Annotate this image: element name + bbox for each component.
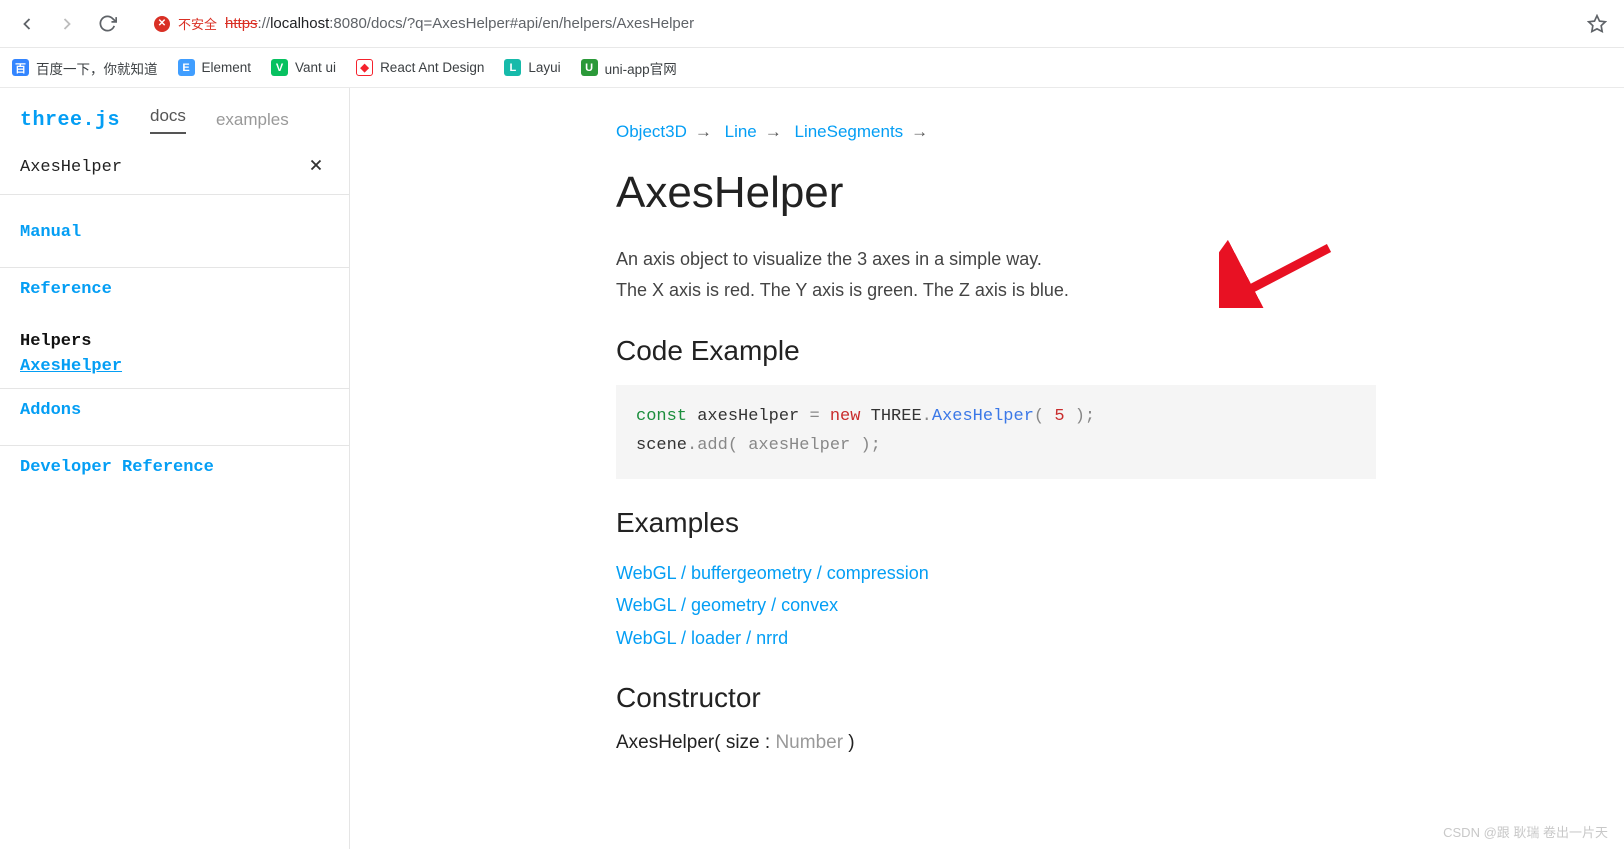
example-link[interactable]: WebGL / loader / nrrd xyxy=(616,622,1376,654)
arrow-icon: → xyxy=(765,122,782,141)
bookmark-icon: 百 xyxy=(12,59,29,76)
content: Object3D → Line → LineSegments → AxesHelper… xyxy=(350,88,1624,849)
insecure-label: 不安全 xyxy=(178,14,217,33)
bookmark-icon: ◆ xyxy=(356,59,373,76)
example-link[interactable]: WebGL / buffergeometry / compression xyxy=(616,557,1376,589)
url-bar[interactable]: ✕ 不安全 https://localhost:8080/docs/?q=Axe… xyxy=(140,6,1564,42)
heading-code-example: Code Example xyxy=(616,335,1376,367)
breadcrumb-link[interactable]: Line xyxy=(725,122,757,141)
browser-chrome: ✕ 不安全 https://localhost:8080/docs/?q=Axe… xyxy=(0,0,1624,48)
star-icon xyxy=(1587,14,1607,34)
search-row xyxy=(0,142,349,195)
arrow-icon: → xyxy=(911,122,928,141)
search-input[interactable] xyxy=(20,158,303,177)
nav-reference[interactable]: Reference xyxy=(0,268,349,312)
bookmark-label: 百度一下，你就知道 xyxy=(36,58,158,78)
url-text: https://localhost:8080/docs/?q=AxesHelpe… xyxy=(225,15,694,32)
sidebar: three.js docs examples Manual Reference … xyxy=(0,88,350,849)
bookmark-item[interactable]: E Element xyxy=(178,59,252,76)
clear-search-button[interactable] xyxy=(303,154,329,180)
nav-devref[interactable]: Developer Reference xyxy=(0,446,349,490)
examples-list: WebGL / buffergeometry / compression Web… xyxy=(616,557,1376,654)
arrow-left-icon xyxy=(17,14,37,34)
bookmark-item[interactable]: Uuni-app官网 xyxy=(581,58,677,78)
heading-examples: Examples xyxy=(616,507,1376,539)
back-button[interactable] xyxy=(10,7,44,41)
nav-addons[interactable]: Addons xyxy=(0,389,349,433)
bookmark-item[interactable]: 百百度一下，你就知道 xyxy=(12,58,158,78)
example-link[interactable]: WebGL / geometry / convex xyxy=(616,589,1376,621)
bookmark-star-button[interactable] xyxy=(1580,7,1614,41)
sidebar-header: three.js docs examples xyxy=(0,88,349,142)
bookmark-label: Vant ui xyxy=(295,60,336,75)
heading-constructor: Constructor xyxy=(616,682,1376,714)
nav-item-axeshelper[interactable]: AxesHelper xyxy=(20,357,122,376)
reload-icon xyxy=(98,14,117,33)
bookmark-icon: V xyxy=(271,59,288,76)
breadcrumb-link[interactable]: LineSegments xyxy=(794,122,903,141)
bookmark-icon: U xyxy=(581,59,598,76)
description: An axis object to visualize the 3 axes i… xyxy=(616,244,1376,305)
forward-button[interactable] xyxy=(50,7,84,41)
logo[interactable]: three.js xyxy=(20,109,120,132)
constructor-signature: AxesHelper( size : Number ) xyxy=(616,732,1376,754)
bookmark-item[interactable]: ◆ React Ant Design xyxy=(356,59,484,76)
nav-manual[interactable]: Manual xyxy=(0,211,349,255)
page-title: AxesHelper xyxy=(616,168,1376,218)
tab-docs[interactable]: docs xyxy=(150,106,186,134)
bookmark-item[interactable]: V Vant ui xyxy=(271,59,336,76)
bookmark-item[interactable]: L Layui xyxy=(504,59,560,76)
bookmark-label: Layui xyxy=(528,60,560,75)
close-icon xyxy=(307,156,325,174)
reload-button[interactable] xyxy=(90,7,124,41)
bookmark-icon: L xyxy=(504,59,521,76)
arrow-icon: → xyxy=(695,122,712,141)
breadcrumb: Object3D → Line → LineSegments → xyxy=(616,122,1376,142)
insecure-icon: ✕ xyxy=(154,16,170,32)
breadcrumb-link[interactable]: Object3D xyxy=(616,122,687,141)
bookmark-label: React Ant Design xyxy=(380,60,484,75)
nav-reference-sub: Helpers AxesHelper xyxy=(0,312,349,376)
arrow-right-icon xyxy=(57,14,77,34)
bookmark-icon: E xyxy=(178,59,195,76)
bookmark-label: Element xyxy=(202,60,252,75)
nav-helpers-head: Helpers xyxy=(20,332,329,351)
tab-examples[interactable]: examples xyxy=(216,110,289,130)
code-block: const axesHelper = new THREE.AxesHelper(… xyxy=(616,385,1376,479)
watermark: CSDN @跟 耿瑞 卷出一片天 xyxy=(1443,822,1608,841)
app: three.js docs examples Manual Reference … xyxy=(0,88,1624,849)
bookmark-bar: 百百度一下，你就知道 E Element V Vant ui ◆ React Ant … xyxy=(0,48,1624,88)
nav: Manual Reference Helpers AxesHelper Addo… xyxy=(0,195,349,490)
bookmark-label: uni-app官网 xyxy=(605,58,677,78)
